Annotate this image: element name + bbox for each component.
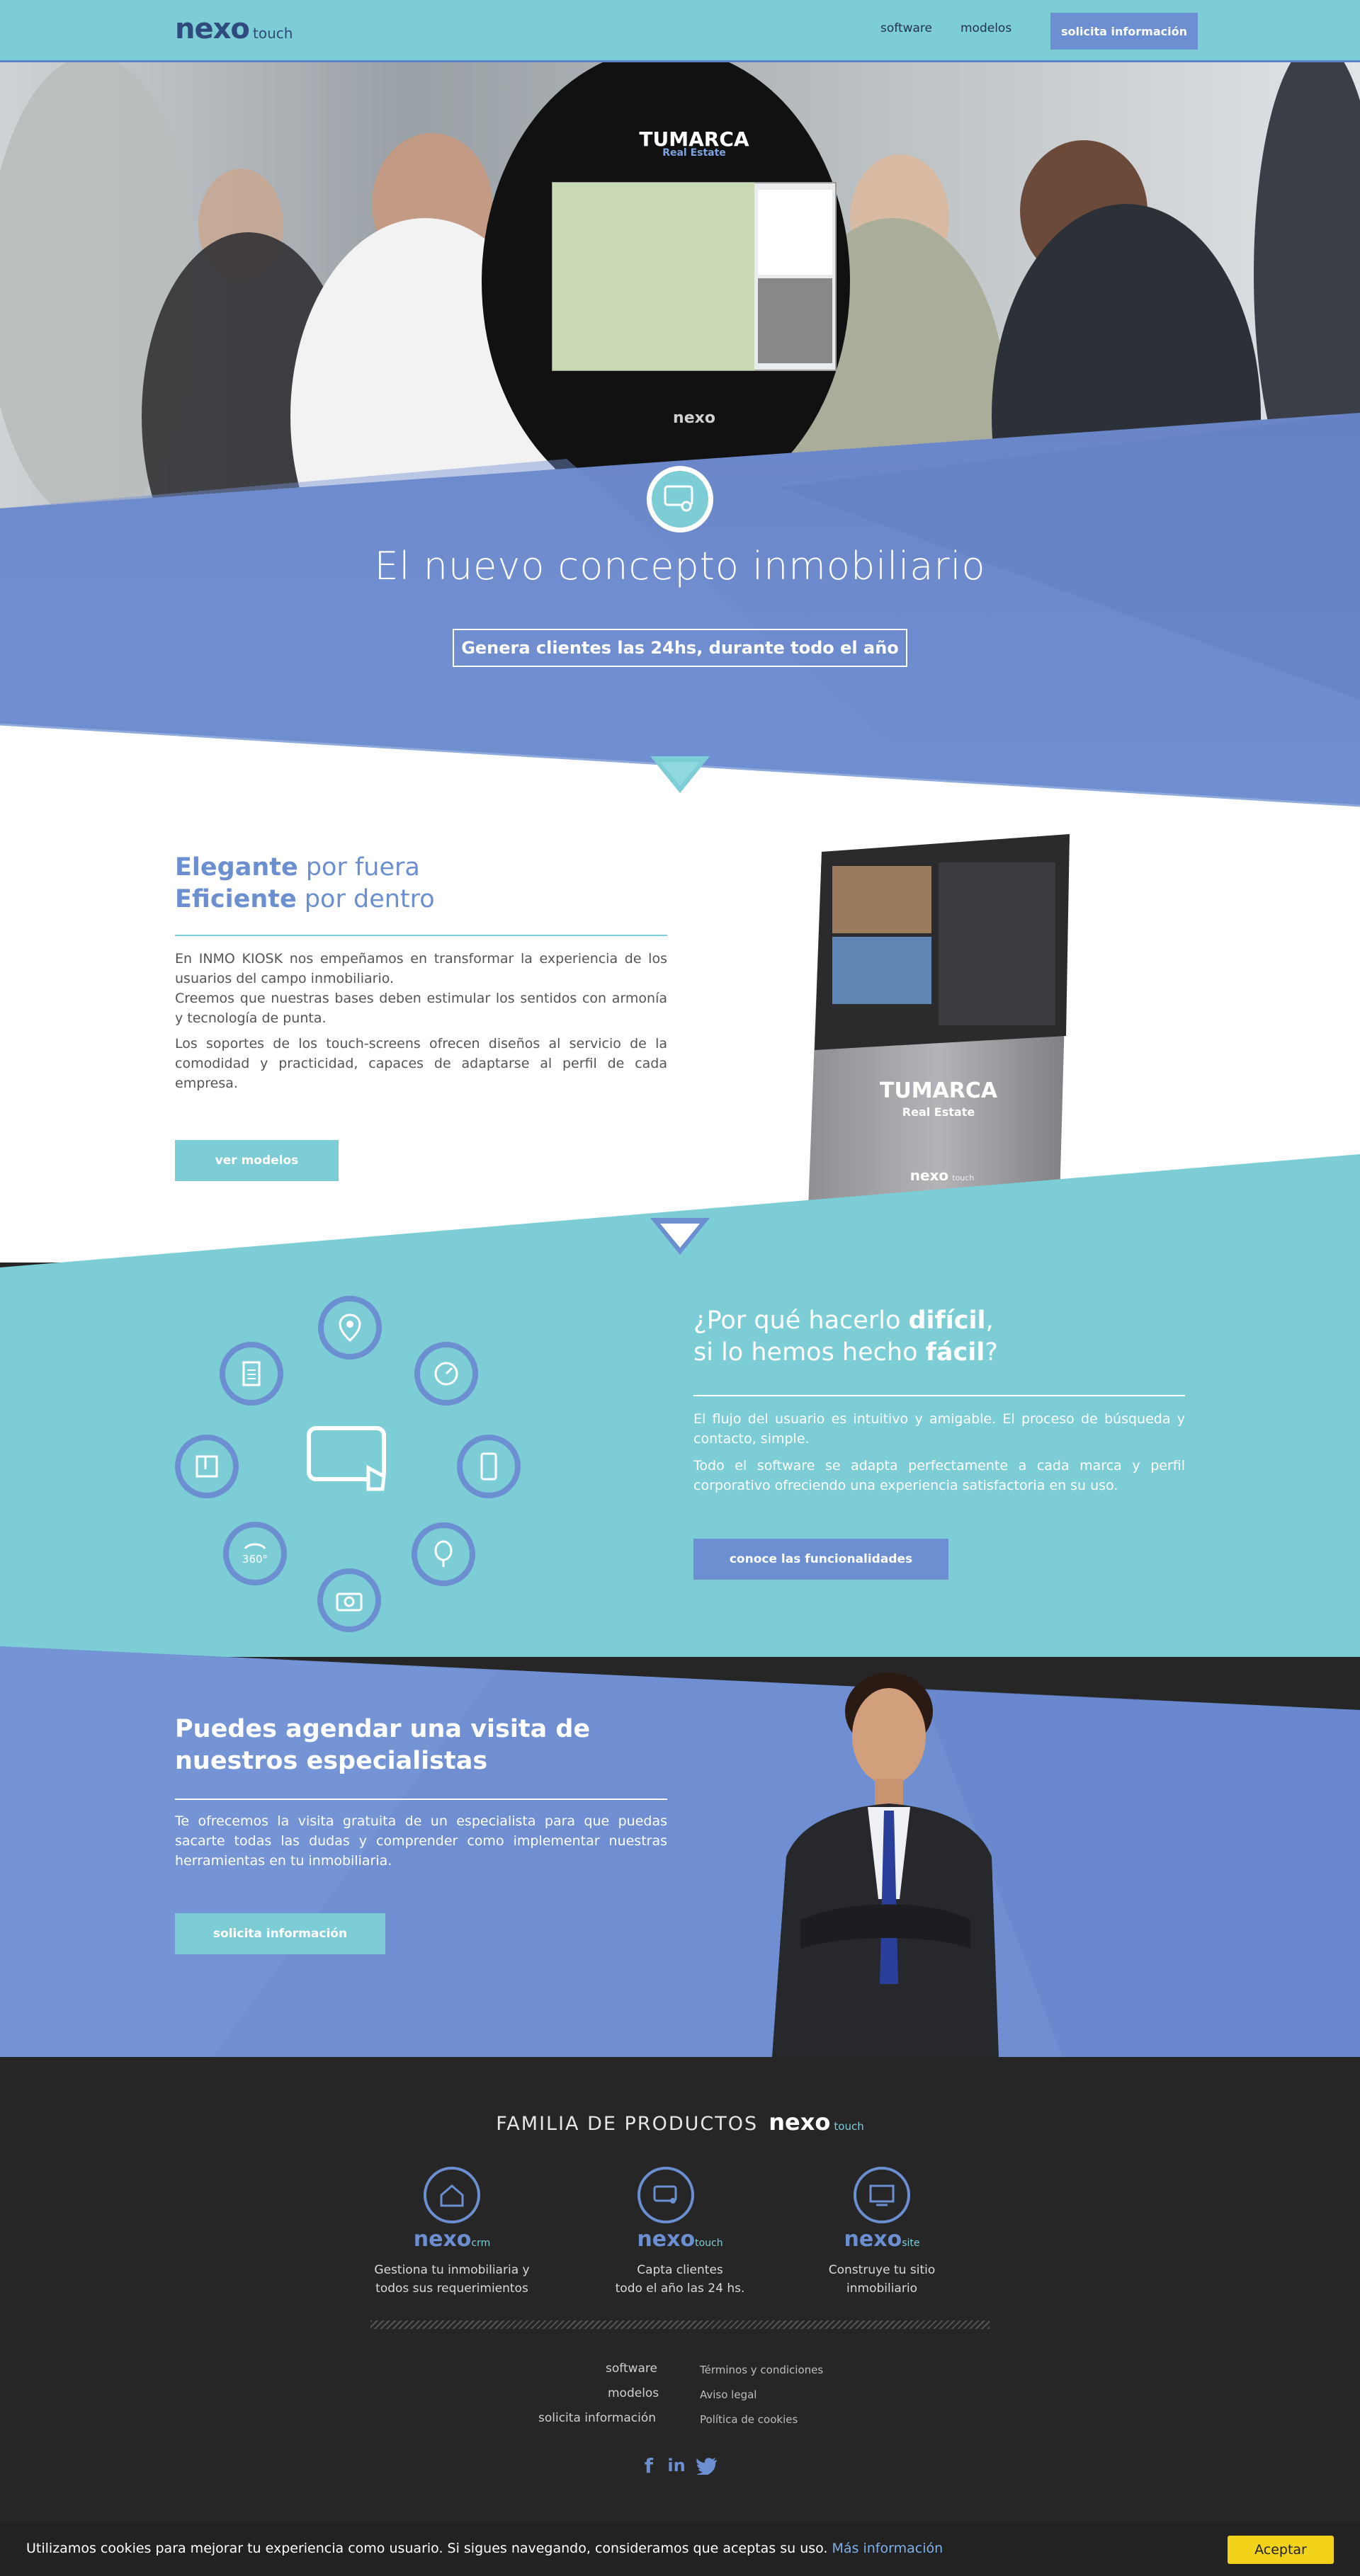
elegante-title-line1: Elegante por fuera: [175, 853, 420, 882]
twitter-icon[interactable]: [696, 2458, 718, 2475]
product-logo-touch: nexotouch: [637, 2227, 723, 2252]
hero-background: [0, 62, 1360, 809]
facil-paragraph-2: Todo el software se adapta perfectamente…: [693, 1458, 1185, 1493]
hero-kiosk-brand-sub: Real Estate: [662, 147, 726, 159]
hero-section: TUMARCA Real Estate nexo El nuevo concep…: [0, 62, 1360, 809]
mobile-icon: [457, 1435, 521, 1498]
touch-screen-icon: [307, 1426, 386, 1491]
cookie-text: Utilizamos cookies para mejorar tu exper…: [26, 2541, 828, 2556]
specialist-photo: [772, 1672, 999, 2057]
elegante-paragraphs: En INMO KIOSK nos empeñamos en transform…: [175, 949, 667, 1093]
facil-paragraphs: El flujo del usuario es intuitivo y amig…: [693, 1409, 1185, 1495]
hero-kiosk-logo: nexo: [673, 409, 715, 427]
floorplan-icon: [175, 1435, 239, 1498]
cookie-accept-button[interactable]: Aceptar: [1228, 2536, 1334, 2564]
document-icon: [220, 1342, 283, 1406]
facil-title-line1: ¿Por qué hacerlo difícil,: [693, 1306, 994, 1335]
footer-link-modelos[interactable]: modelos: [608, 2386, 659, 2400]
chevron-down-icon: [650, 1218, 710, 1255]
kiosk-brand-sub: Real Estate: [902, 1105, 975, 1119]
facebook-icon[interactable]: f: [641, 2454, 657, 2478]
visita-cta-button[interactable]: solicita información: [175, 1913, 385, 1954]
product-logo-crm: nexocrm: [413, 2227, 491, 2252]
cookie-text-wrap: Utilizamos cookies para mejorar tu exper…: [26, 2541, 943, 2556]
nav-software[interactable]: software: [880, 21, 932, 35]
linkedin-icon[interactable]: in: [666, 2455, 687, 2476]
elegante-paragraph-1: En INMO KIOSK nos empeñamos en transform…: [175, 951, 667, 986]
elegante-title-line2: Eficiente por dentro: [175, 885, 435, 913]
elegante-paragraph-3: Los soportes de los touch-screens ofrece…: [175, 1036, 667, 1091]
visita-paragraph: Te ofrecemos la visita gratuita de un es…: [175, 1813, 667, 1869]
cookie-bar: Utilizamos cookies para mejorar tu exper…: [0, 2523, 1360, 2576]
site-footer: FAMILIA DE PRODUCTOS nexo touch nexocrm …: [0, 2057, 1360, 2576]
footer-link-terminos[interactable]: Términos y condiciones: [700, 2364, 823, 2376]
kiosk-brand: TUMARCA: [879, 1078, 998, 1103]
product-logo-site: nexosite: [844, 2227, 920, 2252]
footer-link-aviso[interactable]: Aviso legal: [700, 2388, 756, 2401]
site-logo[interactable]: nexo touch: [175, 13, 293, 45]
elegante-paragraph-2: Creemos que nuestras bases deben estimul…: [175, 991, 667, 1026]
product-desc-touch: Capta clientes todo el año las 24 hs.: [615, 2263, 745, 2296]
360-label: 360°: [242, 1553, 268, 1566]
visita-title: Puedes agendar una visita de nuestros es…: [175, 1715, 591, 1775]
facil-title-line2: si lo hemos hecho fácil?: [693, 1338, 998, 1367]
family-heading: FAMILIA DE PRODUCTOS nexo touch: [496, 2109, 864, 2136]
header-cta-button[interactable]: solicita información: [1050, 13, 1198, 50]
footer-link-software[interactable]: software: [606, 2361, 657, 2376]
touch-product-icon: [638, 2167, 694, 2223]
cookie-more-info-link[interactable]: Más información: [832, 2541, 944, 2556]
funcionalidades-button[interactable]: conoce las funcionalidades: [693, 1539, 948, 1580]
divider: [693, 1395, 1185, 1396]
facil-section: 360° ¿Por qué hacerlo difícil, si lo hem…: [0, 1263, 1360, 1659]
tree-icon: [412, 1522, 475, 1586]
facil-paragraph-1: El flujo del usuario es intuitivo y amig…: [693, 1411, 1185, 1447]
site-icon: [854, 2167, 910, 2223]
camera-icon: [317, 1568, 381, 1632]
crm-icon: [424, 2167, 480, 2223]
divider: [175, 1799, 667, 1800]
chevron-down-icon: [650, 756, 710, 793]
footer-link-solicita[interactable]: solicita información: [538, 2411, 656, 2425]
site-header: nexo touch software modelos solicita inf…: [0, 0, 1360, 62]
footer-link-cookies[interactable]: Política de cookies: [700, 2413, 798, 2426]
nav-modelos[interactable]: modelos: [960, 21, 1012, 35]
touch-icon: [647, 466, 713, 532]
hero-title: El nuevo concepto inmobiliario: [374, 544, 986, 588]
logo-text: nexo: [175, 13, 250, 45]
divider: [175, 935, 667, 936]
hero-cta-button[interactable]: Genera clientes las 24hs, durante todo e…: [453, 629, 907, 667]
visita-section: Puedes agendar una visita de nuestros es…: [0, 1650, 1360, 2057]
speed-icon: [414, 1342, 478, 1406]
product-desc-crm: Gestiona tu inmobiliaria y todos sus requ…: [374, 2263, 530, 2296]
location-icon: [318, 1296, 382, 1360]
footer-divider: [370, 2320, 990, 2329]
product-desc-site: Construye tu sitio inmobiliario: [828, 2263, 936, 2296]
logo-sub: touch: [252, 25, 293, 42]
360-icon: 360°: [223, 1522, 287, 1585]
